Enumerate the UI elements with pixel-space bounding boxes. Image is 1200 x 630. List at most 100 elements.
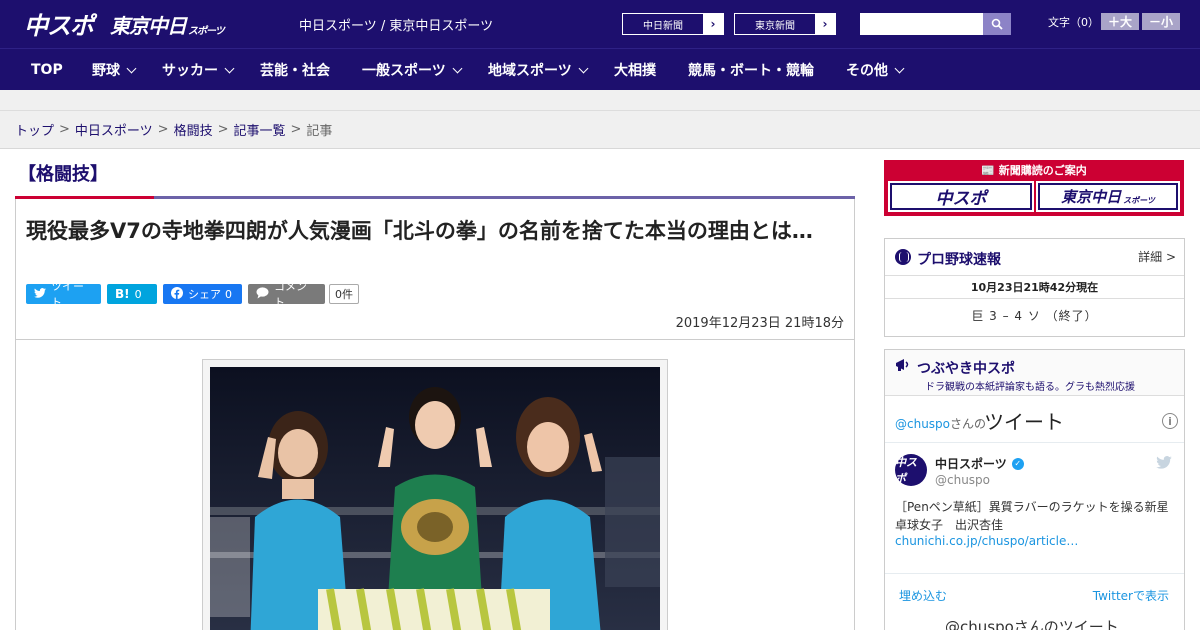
nav-entertainment-label: 芸能・社会 [260, 63, 330, 79]
font-size-label: 文字（0） [1048, 16, 1099, 29]
nav-general-sports[interactable]: 一般スポーツ [362, 49, 463, 91]
nav-other-label: その他 [846, 63, 888, 79]
chevron-right-icon: › [822, 17, 828, 31]
font-smaller-button[interactable]: －小 [1142, 13, 1180, 30]
subscription-tokyo-logo-inner: 東京中日 スポーツ [1038, 183, 1178, 210]
subscription-title: 📰 新聞購読のご案内 [884, 162, 1184, 178]
tweet-author-name: 中日スポーツ [935, 457, 1007, 471]
tokyo-chunichi-logo[interactable]: 東京中日 スポーツ [110, 10, 225, 38]
megaphone-icon [896, 359, 909, 371]
hatena-bookmark-icon: B! [115, 287, 130, 301]
view-on-twitter-link[interactable]: Twitterで表示 [1093, 587, 1169, 604]
chuspo-logo[interactable]: 中スポ [24, 9, 94, 40]
breadcrumb-article-list[interactable]: 記事一覧 [234, 120, 286, 139]
chevron-down-icon [578, 63, 589, 73]
main-nav: TOP 野球 サッカー 芸能・社会 一般スポーツ 地域スポーツ 大相撲 競馬・ボ… [0, 48, 1200, 90]
breadcrumb-martial-arts[interactable]: 格闘技 [174, 120, 213, 139]
baseball-widget-header: プロ野球速報 詳細 > [885, 239, 1184, 276]
twitter-bird-icon[interactable] [1156, 456, 1172, 473]
share-buttons: ツイート B! 0 シェア 0 コメント 0件 [26, 280, 359, 309]
timeline-next-header: @chuspoさんのツイート [945, 618, 1119, 630]
breadcrumb-separator: > [290, 122, 302, 137]
breadcrumb-chunichi-sports[interactable]: 中日スポーツ [75, 120, 153, 139]
nav-sumo[interactable]: 大相撲 [614, 49, 656, 91]
newspaper-icon: 📰 [981, 164, 995, 177]
nav-baseball-label: 野球 [92, 63, 120, 79]
facebook-count: 0 [225, 287, 232, 301]
baseball-detail-link[interactable]: 詳細 > [1138, 248, 1176, 265]
subscription-banner[interactable]: 📰 新聞購読のご案内 中スポ 東京中日 スポーツ [884, 160, 1184, 216]
nav-baseball[interactable]: 野球 [92, 49, 137, 91]
avatar[interactable]: 中スポ [895, 454, 927, 486]
breadcrumb-separator: > [217, 122, 229, 137]
chevron-down-icon [126, 63, 137, 73]
tokyo-shimbun-label: 東京新聞 [735, 14, 815, 34]
baseball-score[interactable]: 巨 3 – 4 ソ （終了） [885, 307, 1184, 324]
article-date: 2019年12月23日 21時18分 [675, 316, 844, 331]
baseball-as-of: 10月23日21時42分現在 [885, 277, 1184, 299]
comment-button[interactable]: コメント [248, 280, 325, 309]
baseball-widget-title: プロ野球速報 [917, 252, 1001, 268]
nav-top[interactable]: TOP [31, 49, 63, 91]
nav-racing[interactable]: 競馬・ボート・競輪 [688, 49, 814, 91]
info-icon[interactable]: i [1162, 413, 1178, 429]
comment-count: 0件 [329, 284, 359, 304]
chunichi-shimbun-link[interactable]: 中日新聞 › [622, 13, 724, 35]
speech-bubble-icon [256, 286, 269, 302]
divider [16, 339, 854, 340]
article-photo[interactable] [210, 367, 660, 630]
facebook-icon [171, 286, 183, 302]
verified-badge-icon: ✓ [1011, 457, 1024, 470]
nav-other[interactable]: その他 [846, 49, 905, 91]
boxer-photo-illustration [210, 367, 660, 630]
nav-soccer-label: サッカー [162, 63, 218, 79]
tweet-handle[interactable]: @chuspo [935, 473, 990, 487]
tokyo-chunichi-logo-small: スポーツ [188, 25, 225, 37]
breadcrumb-top[interactable]: トップ [15, 120, 54, 139]
chevron-down-icon [894, 63, 905, 73]
hatena-bookmark-button[interactable]: B! 0 [107, 284, 157, 304]
ad-space [0, 90, 1200, 111]
breadcrumb: トップ > 中日スポーツ > 格闘技 > 記事一覧 > 記事 [0, 111, 1200, 149]
facebook-label: シェア [188, 288, 221, 301]
nav-sumo-label: 大相撲 [614, 63, 656, 79]
comment-label: コメント [274, 280, 307, 309]
timeline-header: @chuspoさんの ツイート i [885, 397, 1184, 443]
nav-general-sports-label: 一般スポーツ [362, 63, 446, 79]
font-larger-button[interactable]: ＋大 [1101, 13, 1139, 30]
subscription-title-text: 新聞購読のご案内 [998, 164, 1087, 177]
search-input[interactable] [860, 13, 983, 35]
subscription-chuspo-logo[interactable]: 中スポ [888, 181, 1034, 212]
tokyo-shimbun-link[interactable]: 東京新聞 › [734, 13, 836, 35]
tweet-author[interactable]: 中日スポーツ ✓ [935, 455, 1024, 472]
search-button[interactable] [983, 13, 1011, 35]
twitter-widget-title: つぶやき中スポ [917, 361, 1015, 377]
site-title: 中日スポーツ / 東京中日スポーツ [299, 19, 494, 34]
baseball-icon [895, 249, 911, 265]
timeline-handle-text: @chuspo [895, 417, 951, 431]
article-headline: 現役最多V7の寺地拳四朗が人気漫画「北斗の拳」の名前を捨てた本当の理由とは… [26, 219, 813, 243]
nav-local-sports[interactable]: 地域スポーツ [488, 49, 589, 91]
facebook-share-button[interactable]: シェア 0 [163, 284, 242, 304]
nav-entertainment[interactable]: 芸能・社会 [260, 49, 330, 91]
subscription-chuspo-logo-text: 中スポ [890, 183, 1032, 210]
subscription-tokyo-logo[interactable]: 東京中日 スポーツ [1036, 181, 1180, 212]
tweet[interactable]: 中スポ 中日スポーツ ✓ @chuspo ［Penペン草紙］異質ラバーのラケットを… [885, 444, 1184, 574]
twitter-widget-header: つぶやき中スポ ドラ観戦の本紙評論家も語る。グラも熱烈応援 [885, 350, 1184, 396]
tweet-button[interactable]: ツイート [26, 280, 101, 309]
breadcrumb-separator: > [59, 122, 70, 137]
timeline-handle[interactable]: @chuspoさんの [895, 415, 986, 432]
tweet-link[interactable]: chunichi.co.jp/chuspo/article… [895, 534, 1078, 548]
tweet-label: ツイート [51, 280, 84, 309]
nav-soccer[interactable]: サッカー [162, 49, 235, 91]
embed-link[interactable]: 埋め込む [899, 587, 947, 604]
nav-racing-label: 競馬・ボート・競輪 [688, 63, 814, 79]
tweet-text: ［Penペン草紙］異質ラバーのラケットを操る新星 卓球女子 出沢杏佳 [895, 500, 1181, 532]
breadcrumb-current: 記事 [306, 124, 333, 139]
twitter-bird-icon [34, 287, 46, 301]
nav-local-sports-label: 地域スポーツ [488, 63, 572, 79]
chevron-down-icon [224, 63, 235, 73]
breadcrumb-separator: > [157, 122, 169, 137]
timeline-handle-suffix: さんの [950, 417, 987, 431]
search-icon [991, 18, 1003, 30]
